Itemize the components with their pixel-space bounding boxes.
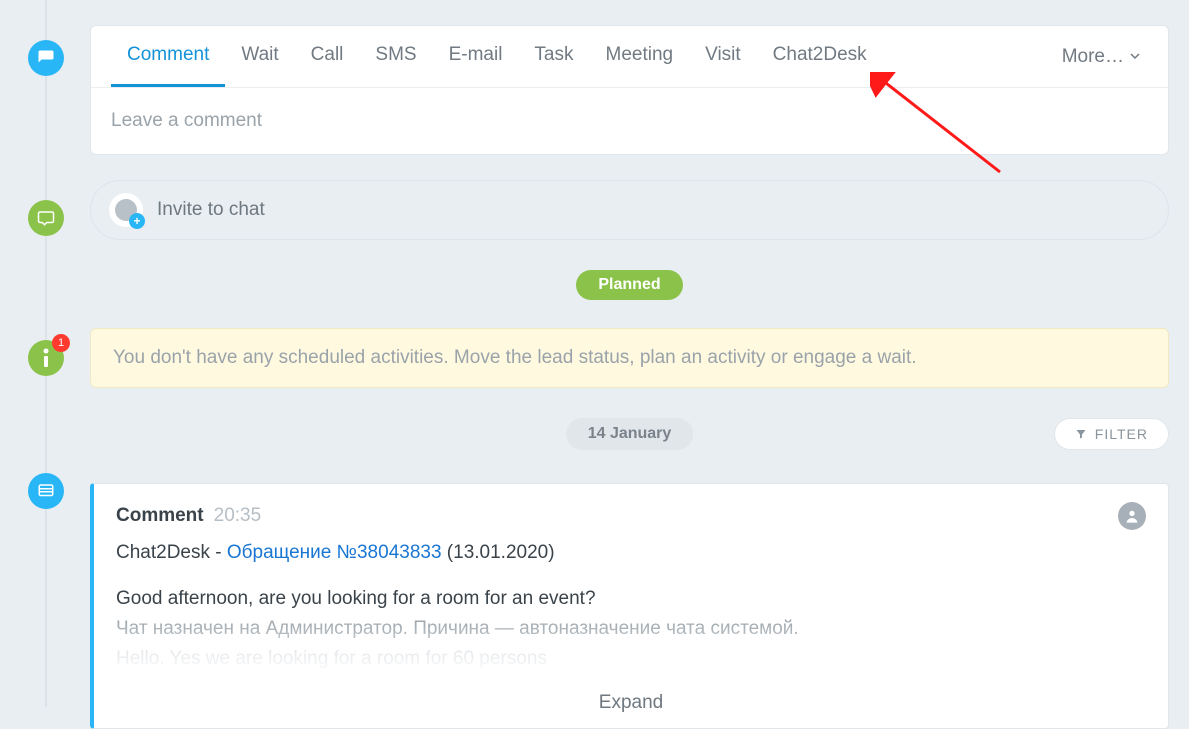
filter-button[interactable]: FILTER (1054, 418, 1169, 450)
entry-user-avatar[interactable] (1118, 502, 1146, 530)
tab-call[interactable]: Call (295, 26, 360, 87)
timeline-chat-icon (28, 200, 64, 236)
filter-icon (1075, 428, 1087, 440)
tab-visit[interactable]: Visit (689, 26, 757, 87)
entry-line-1: Good afternoon, are you looking for a ro… (116, 588, 1146, 610)
plus-icon: + (129, 213, 145, 229)
invite-avatar-icon: + (109, 193, 143, 227)
comment-compose-card: Comment Wait Call SMS E-mail Task Meetin… (90, 25, 1169, 155)
date-pill: 14 January (566, 418, 694, 450)
entry-title: Comment (116, 505, 204, 527)
tabs-more[interactable]: More… (1054, 28, 1148, 86)
timeline-entry-icon (28, 473, 64, 509)
tab-wait[interactable]: Wait (225, 26, 294, 87)
invite-label: Invite to chat (157, 199, 265, 221)
chevron-down-icon (1130, 53, 1140, 60)
timeline-comment-icon (28, 40, 64, 76)
entry-time: 20:35 (214, 505, 262, 527)
tab-meeting[interactable]: Meeting (590, 26, 690, 87)
filter-label: FILTER (1095, 426, 1148, 442)
entry-link[interactable]: Обращение №38043833 (227, 542, 442, 563)
info-badge: 1 (52, 334, 70, 352)
tab-comment[interactable]: Comment (111, 26, 225, 87)
tab-sms[interactable]: SMS (359, 26, 432, 87)
timeline-entry: Comment 20:35 Chat2Desk - Обращение №380… (90, 483, 1169, 729)
invite-to-chat[interactable]: + Invite to chat (90, 180, 1169, 240)
planned-section: Planned (90, 270, 1169, 300)
comment-input[interactable]: Leave a comment (91, 88, 1168, 154)
tab-email[interactable]: E-mail (433, 26, 519, 87)
activity-tabs: Comment Wait Call SMS E-mail Task Meetin… (91, 26, 1168, 88)
planned-pill: Planned (576, 270, 682, 300)
expand-button[interactable]: Expand (116, 678, 1146, 728)
timeline-info-icon: 1 (28, 340, 64, 376)
entry-line-2: Чат назначен на Администратор. Причина —… (116, 618, 1146, 640)
tabs-more-label: More… (1062, 46, 1124, 68)
no-activities-info: You don't have any scheduled activities.… (90, 328, 1169, 388)
tab-task[interactable]: Task (518, 26, 589, 87)
entry-source: Chat2Desk - Обращение №38043833 (13.01.2… (116, 542, 1146, 564)
entry-line-3: Hello. Yes we are looking for a room for… (116, 648, 1146, 670)
tab-chat2desk[interactable]: Chat2Desk (757, 26, 883, 87)
